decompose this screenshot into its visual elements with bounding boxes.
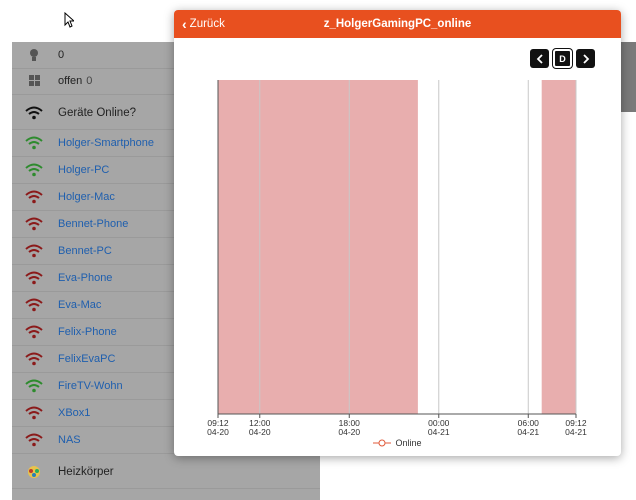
mouse-cursor-icon — [64, 12, 74, 28]
wifi-icon — [25, 190, 43, 204]
online-history-chart: 09:1204-2012:0004-2018:0004-2000:0004-21… — [207, 80, 587, 437]
device-name: Bennet-Phone — [58, 218, 129, 230]
wifi-icon — [25, 379, 43, 393]
wifi-icon — [25, 406, 43, 420]
device-name: offen — [58, 75, 83, 87]
heater-icon — [28, 465, 40, 478]
wifi-icon — [25, 433, 43, 447]
wifi-icon — [25, 298, 43, 312]
online-interval-bar — [218, 80, 418, 414]
device-name: Geräte Online? — [58, 107, 136, 119]
device-name: Heizkörper — [58, 465, 114, 478]
x-tick-date: 04-21 — [565, 427, 587, 437]
device-name: 0 — [58, 49, 65, 61]
x-tick-date: 04-20 — [207, 427, 229, 437]
wifi-icon — [25, 244, 43, 258]
online-interval-bar — [541, 80, 576, 414]
device-name: XBox1 — [58, 407, 91, 419]
lightbulb-icon — [30, 49, 38, 61]
chart-legend[interactable]: Online — [174, 438, 621, 448]
device-name: Bennet-PC — [58, 245, 112, 257]
x-tick-date: 04-20 — [249, 427, 271, 437]
device-name: Eva-Phone — [58, 272, 113, 284]
wifi-icon — [25, 217, 43, 231]
wifi-icon — [25, 163, 43, 177]
x-tick-date: 04-21 — [428, 427, 450, 437]
windows-icon — [29, 75, 40, 86]
device-name: FelixEvaPC — [58, 353, 116, 365]
device-row[interactable]: Heizkörper — [12, 455, 320, 489]
x-tick-date: 04-20 — [338, 427, 360, 437]
legend-marker-icon — [373, 439, 392, 447]
x-tick-date: 04-21 — [517, 427, 539, 437]
count-badge: 0 — [86, 75, 93, 87]
device-name: Holger-Mac — [58, 191, 115, 203]
wifi-icon — [25, 136, 43, 150]
device-name: FireTV-Wohn — [58, 380, 123, 392]
device-name: Felix-Phone — [58, 326, 117, 338]
legend-label: Online — [395, 438, 422, 448]
device-name: Holger-PC — [58, 164, 110, 176]
wifi-icon — [25, 352, 43, 366]
device-name: Eva-Mac — [58, 299, 102, 311]
device-name: NAS — [58, 434, 81, 446]
wifi-icon — [25, 271, 43, 285]
wifi-icon — [25, 325, 43, 339]
device-name: Holger-Smartphone — [58, 137, 154, 149]
history-dialog: ‹ Zurück z_HolgerGamingPC_online D 09:12… — [174, 10, 621, 456]
wifi-icon — [25, 106, 43, 120]
